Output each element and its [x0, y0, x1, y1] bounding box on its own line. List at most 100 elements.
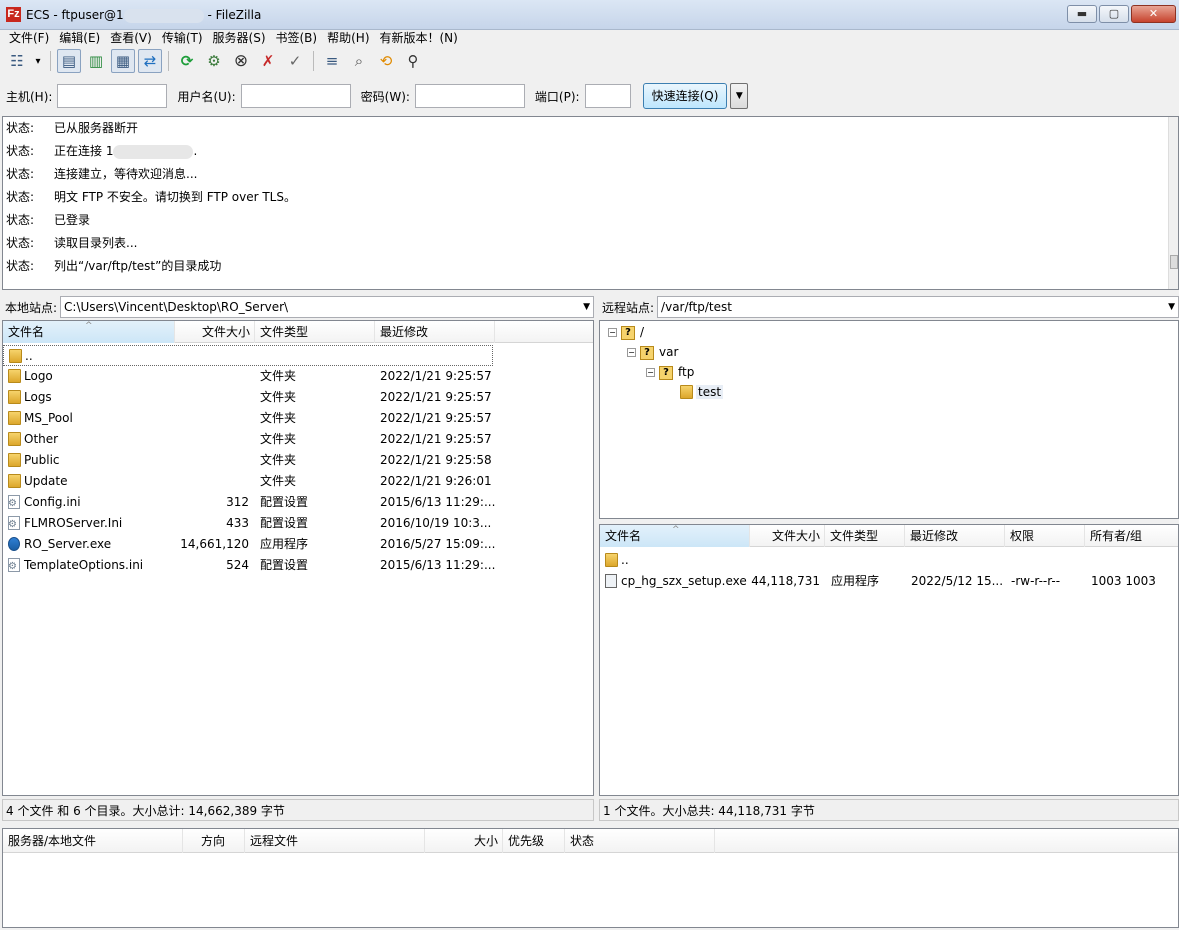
col-header-permissions[interactable]: 权限 [1005, 525, 1085, 547]
log-entry: 状态: 已从服务器断开 [6, 121, 139, 135]
col-header-filename[interactable]: 文件名 ^ [3, 321, 175, 343]
toolbar-separator [313, 51, 314, 71]
table-row[interactable]: Logo 文件夹 2022/1/21 9:25:57 [3, 366, 593, 387]
table-row[interactable]: Logs 文件夹 2022/1/21 9:25:57 [3, 387, 593, 408]
log-entry: 状态: 读取目录列表... [6, 236, 138, 250]
unknown-folder-icon: ? [640, 345, 654, 360]
process-queue-icon[interactable]: ⚙ [202, 49, 226, 73]
tree-node-root[interactable]: −? / [608, 322, 644, 342]
log-scrollbar[interactable] [1168, 117, 1178, 289]
settings-file-icon [8, 514, 20, 534]
col-header-filesize[interactable]: 文件大小 [175, 321, 255, 343]
window-controls: ▬ ▢ ✕ [1067, 5, 1176, 23]
cancel-icon[interactable]: ⊗ [229, 49, 253, 73]
chevron-down-icon[interactable]: ▼ [583, 297, 590, 317]
col-header-priority[interactable]: 优先级 [503, 829, 565, 853]
table-row[interactable]: RO_Server.exe 14,661,120 应用程序 2016/5/27 … [3, 534, 593, 555]
folder-icon [8, 473, 21, 488]
menu-bookmarks[interactable]: 书签(B) [271, 30, 323, 46]
table-row[interactable]: cp_hg_szx_setup.exe 44,118,731 应用程序 2022… [600, 571, 1178, 592]
menu-server[interactable]: 服务器(S) [208, 30, 271, 46]
reconnect-icon[interactable]: ✓ [283, 49, 307, 73]
table-row[interactable]: MS_Pool 文件夹 2022/1/21 9:25:57 [3, 408, 593, 429]
col-header-direction[interactable]: 方向 [183, 829, 245, 853]
local-site-label: 本地站点: [5, 300, 58, 315]
minimize-button[interactable]: ▬ [1067, 5, 1097, 23]
message-log: 状态: 已从服务器断开 状态: 正在连接 1. 状态: 连接建立，等待欢迎消息... … [2, 116, 1179, 290]
toggle-local-tree-icon[interactable]: ▥ [84, 49, 108, 73]
username-input[interactable] [240, 84, 351, 108]
menu-file[interactable]: 文件(F) [4, 30, 54, 46]
col-header-filename[interactable]: 文件名 ^ [600, 525, 750, 547]
window-title-suffix: - FileZilla [207, 8, 262, 22]
log-entry: 状态: 正在连接 1. [6, 144, 198, 159]
maximize-button[interactable]: ▢ [1099, 5, 1129, 23]
menu-new-version[interactable]: 有新版本！(N) [375, 30, 463, 46]
collapse-icon[interactable]: − [608, 328, 617, 337]
settings-file-icon [8, 556, 20, 576]
queue-header: 服务器/本地文件 方向 远程文件 大小 优先级 状态 [3, 829, 1178, 853]
site-manager-icon[interactable]: ☷ [5, 49, 29, 73]
col-header-modified[interactable]: 最近修改 [905, 525, 1005, 547]
remote-path-value: /var/ftp/test [661, 300, 732, 314]
col-header-filetype[interactable]: 文件类型 [825, 525, 905, 547]
table-row[interactable]: Public 文件夹 2022/1/21 9:25:58 [3, 450, 593, 471]
quickconnect-button[interactable]: 快速连接(Q) [642, 83, 728, 109]
collapse-icon[interactable]: − [627, 348, 636, 357]
table-row[interactable]: Other 文件夹 2022/1/21 9:25:57 [3, 429, 593, 450]
folder-icon [605, 552, 618, 567]
tree-node-ftp[interactable]: −? ftp [646, 362, 694, 382]
collapse-icon[interactable]: − [646, 368, 655, 377]
toolbar-separator [50, 51, 51, 71]
quickconnect-history-dropdown[interactable]: ▼ [730, 83, 749, 109]
port-input[interactable] [584, 84, 631, 108]
disconnect-icon[interactable]: ✗ [256, 49, 280, 73]
col-header-owner[interactable]: 所有者/组 [1085, 525, 1178, 547]
menu-transfer[interactable]: 传输(T) [157, 30, 208, 46]
folder-icon [8, 410, 21, 425]
settings-file-icon [8, 493, 20, 513]
col-header-modified[interactable]: 最近修改 [375, 321, 495, 343]
filter-icon[interactable]: ≡ [320, 49, 344, 73]
folder-icon [8, 368, 21, 383]
sort-ascending-icon: ^ [672, 525, 680, 535]
refresh-icon[interactable]: ⟳ [175, 49, 199, 73]
menu-edit[interactable]: 编辑(E) [54, 30, 105, 46]
filezilla-logo-icon: Fz [6, 7, 21, 22]
col-header-remote-file[interactable]: 远程文件 [245, 829, 425, 853]
table-row[interactable]: .. [3, 345, 493, 366]
password-input[interactable] [414, 84, 525, 108]
table-row[interactable]: Update 文件夹 2022/1/21 9:26:01 [3, 471, 593, 492]
search-icon[interactable]: ⚲ [401, 49, 425, 73]
col-header-filetype[interactable]: 文件类型 [255, 321, 375, 343]
redacted-host [123, 8, 204, 23]
sort-ascending-icon: ^ [85, 321, 93, 331]
table-row[interactable]: Config.ini 312 配置设置 2015/6/13 11:29:... [3, 492, 593, 513]
local-path-combobox[interactable]: C:\Users\Vincent\Desktop\RO_Server\ ▼ [60, 296, 594, 318]
site-manager-dropdown-icon[interactable]: ▾ [32, 49, 44, 73]
host-input[interactable] [57, 84, 168, 108]
log-scrollbar-thumb[interactable] [1170, 255, 1178, 269]
close-button[interactable]: ✕ [1131, 5, 1176, 23]
sync-browsing-icon[interactable]: ⟲ [374, 49, 398, 73]
table-row[interactable]: FLMROServer.Ini 433 配置设置 2016/10/19 10:3… [3, 513, 593, 534]
tree-node-test[interactable]: test [680, 382, 724, 402]
toggle-queue-icon[interactable]: ⇄ [138, 49, 162, 73]
local-file-list: 文件名 ^ 文件大小 文件类型 最近修改 .. Logo 文件夹 2022/1/… [2, 320, 594, 796]
col-header-size[interactable]: 大小 [425, 829, 503, 853]
tree-node-var[interactable]: −? var [627, 342, 678, 362]
table-row[interactable]: TemplateOptions.ini 524 配置设置 2015/6/13 1… [3, 555, 593, 576]
table-row[interactable]: .. [600, 550, 1178, 571]
menu-view[interactable]: 查看(V) [105, 30, 157, 46]
remote-path-combobox[interactable]: /var/ftp/test ▼ [657, 296, 1179, 318]
toggle-remote-tree-icon[interactable]: ▦ [111, 49, 135, 73]
col-header-local-file[interactable]: 服务器/本地文件 [3, 829, 183, 853]
col-header-status[interactable]: 状态 [565, 829, 715, 853]
directory-compare-icon[interactable]: ⌕ [347, 49, 371, 73]
toggle-log-icon[interactable]: ▤ [57, 49, 81, 73]
chevron-down-icon[interactable]: ▼ [1168, 297, 1175, 317]
password-label: 密码(W): [360, 89, 410, 104]
col-header-filesize[interactable]: 文件大小 [750, 525, 825, 547]
transfer-queue: 服务器/本地文件 方向 远程文件 大小 优先级 状态 [2, 828, 1179, 928]
menu-help[interactable]: 帮助(H) [322, 30, 374, 46]
